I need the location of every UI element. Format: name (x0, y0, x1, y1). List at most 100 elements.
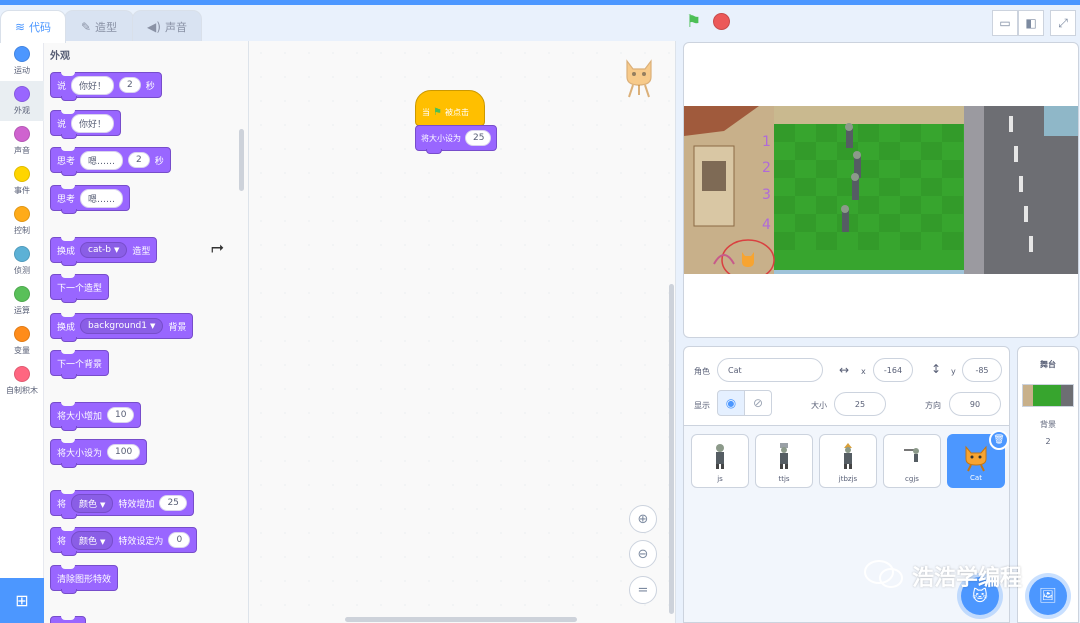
stage-title: 舞台 (1040, 360, 1056, 369)
message-input[interactable]: 嗯…… (80, 188, 124, 208)
large-stage-button[interactable]: ◧ (1018, 10, 1044, 36)
size-input[interactable]: 100 (107, 444, 141, 460)
zoom-in-button[interactable]: ⊕ (629, 505, 657, 533)
category-variables[interactable]: 变量 (0, 321, 44, 361)
stop-button[interactable] (713, 13, 730, 30)
small-stage-icon: ▭ (999, 16, 1011, 30)
hide-sprite-button[interactable]: ⊘ (744, 390, 772, 416)
wechat-icon (864, 560, 903, 588)
lane-label: 2 (762, 160, 771, 176)
block-next-backdrop[interactable]: 下一个背景 (50, 350, 110, 379)
category-events[interactable]: 事件 (0, 161, 44, 201)
backdrop-label: 背景 (1040, 420, 1056, 429)
block-set-size[interactable]: 将大小设为 100 (50, 439, 148, 468)
zombie-icon (904, 448, 919, 462)
watermark-text: 浩浩学编程 (912, 566, 1023, 591)
category-looks[interactable]: 外观 (0, 81, 44, 121)
sprite-name-input[interactable]: Cat (717, 358, 823, 382)
caret-down-icon: ▼ (100, 537, 106, 546)
category-dot-icon (14, 326, 30, 342)
category-dot-icon (14, 246, 30, 262)
backdrop-dropdown[interactable]: background1 ▼ (80, 318, 164, 334)
category-dot-icon (14, 126, 30, 142)
message-input[interactable]: 你好！ (71, 75, 115, 95)
block-clear-effects[interactable]: 清除图形特效 (50, 565, 119, 594)
seconds-input[interactable]: 2 (119, 77, 141, 93)
zoom-in-icon: ⊕ (637, 511, 649, 527)
small-stage-button[interactable]: ▭ (992, 10, 1018, 36)
choose-backdrop-button[interactable]: 🖼 (1029, 577, 1067, 615)
sprite-tile-ttjs[interactable]: ttjs (755, 434, 813, 488)
zombie-icon (844, 443, 852, 469)
costume-dropdown[interactable]: cat-b ▼ (80, 242, 128, 258)
zoom-out-button[interactable]: ⊖ (629, 540, 657, 568)
zombie-icon (716, 444, 724, 469)
category-sound[interactable]: 声音 (0, 121, 44, 161)
brush-icon: ✎ (80, 19, 92, 34)
block-switch-backdrop[interactable]: 换成 background1 ▼ 背景 (50, 313, 194, 342)
show-sprite-button[interactable]: ◉ (717, 390, 745, 416)
size-input[interactable]: 25 (834, 392, 886, 416)
caret-down-icon: ▼ (149, 322, 156, 330)
tab-sounds[interactable]: ◀) 声音 (132, 10, 202, 42)
category-motion[interactable]: 运动 (0, 41, 44, 81)
sprite-tile-js[interactable]: js (691, 434, 749, 488)
y-position-input[interactable]: -85 (962, 358, 1002, 382)
block-change-size[interactable]: 将大小增加 10 (50, 402, 142, 431)
category-dot-icon (14, 206, 30, 222)
add-extension-button[interactable]: ⊞ (0, 578, 44, 623)
fullscreen-button[interactable]: ⤢ (1050, 10, 1076, 36)
large-stage-icon: ◧ (1025, 16, 1037, 30)
category-control[interactable]: 控制 (0, 201, 44, 241)
block-switch-costume[interactable]: 换成 cat-b ▼ 造型 (50, 237, 158, 266)
block-set-effect[interactable]: 将 颜色 ▼ 特效设定为 0 (50, 527, 198, 556)
backdrop-count: 2 (1045, 437, 1051, 446)
size-change-input[interactable]: 10 (107, 407, 135, 423)
script-horizontal-scrollbar[interactable] (345, 617, 577, 622)
lane-label: 4 (762, 217, 771, 233)
block-say-for-secs[interactable]: 说 你好！ 2 秒 (50, 72, 162, 101)
effect-value-input[interactable]: 25 (159, 495, 187, 511)
tab-costumes[interactable]: ✎ 造型 (64, 10, 134, 42)
size-input[interactable]: 25 (465, 130, 491, 146)
category-operators[interactable]: 运算 (0, 281, 44, 321)
green-flag-button[interactable]: ⚑ (686, 12, 701, 32)
stage[interactable]: 1 2 3 4 (683, 42, 1079, 338)
message-input[interactable]: 嗯…… (80, 150, 124, 170)
when-flag-clicked-block[interactable]: 当 ⚑ 被点击 (415, 90, 485, 126)
block-partial[interactable] (50, 616, 86, 623)
cat-sprite-icon (965, 445, 987, 472)
sprite-tile-cgjs[interactable]: cgjs (883, 434, 941, 488)
category-sensing[interactable]: 侦测 (0, 241, 44, 281)
palette-scrollbar[interactable] (239, 129, 244, 191)
block-next-costume[interactable]: 下一个造型 (50, 274, 110, 303)
direction-input[interactable]: 90 (949, 392, 1001, 416)
script-area[interactable]: 当 ⚑ 被点击 将大小设为 25 ⊕ ⊖ = (249, 41, 676, 623)
message-input[interactable]: 你好！ (71, 113, 115, 133)
block-think-for-secs[interactable]: 思考 嗯…… 2 秒 (50, 147, 171, 176)
tab-code[interactable]: ≋ 代码 (0, 10, 66, 43)
set-size-block[interactable]: 将大小设为 25 (415, 125, 497, 154)
zoom-reset-button[interactable]: = (629, 576, 657, 604)
seconds-input[interactable]: 2 (128, 152, 150, 168)
block-say[interactable]: 说 你好！ (50, 110, 122, 139)
delete-sprite-button[interactable]: 🗑 (989, 430, 1009, 450)
trash-icon: 🗑 (993, 435, 1005, 445)
x-position-input[interactable]: -164 (873, 358, 913, 382)
code-icon: ≋ (14, 20, 26, 34)
category-dot-icon (14, 366, 30, 382)
block-change-effect[interactable]: 将 颜色 ▼ 特效增加 25 (50, 490, 194, 519)
block-think[interactable]: 思考 嗯…… (50, 185, 131, 214)
category-my-blocks[interactable]: 自制积木 (0, 361, 44, 401)
effect-dropdown[interactable]: 颜色 ▼ (71, 493, 114, 513)
category-dot-icon (14, 286, 30, 302)
cat-sprite-icon (626, 59, 652, 98)
sprite-tile-cat[interactable]: Cat 🗑 (947, 430, 1009, 488)
script-vertical-scrollbar[interactable] (669, 284, 674, 614)
sprite-tile-jtbzjs[interactable]: jtbzjs (819, 434, 877, 488)
effect-value-input[interactable]: 0 (168, 532, 191, 548)
stage-backdrop-image: 1 2 3 4 (684, 106, 1078, 274)
speaker-icon: ◀) (147, 19, 161, 34)
caret-down-icon: ▼ (113, 246, 120, 254)
effect-dropdown[interactable]: 颜色 ▼ (71, 530, 114, 550)
